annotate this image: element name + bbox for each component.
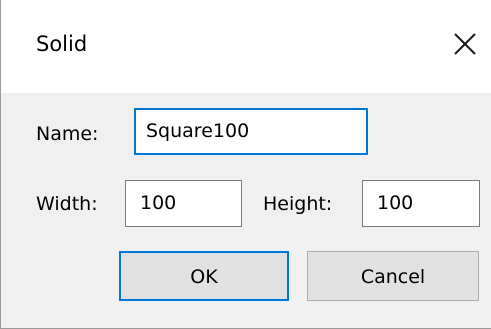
cancel-button[interactable]: Cancel <box>307 251 479 301</box>
close-icon <box>454 33 476 55</box>
height-field[interactable]: 100 <box>362 180 480 227</box>
height-label: Height: <box>263 193 333 215</box>
name-field[interactable]: Square100 <box>134 108 368 155</box>
close-button[interactable] <box>445 24 485 64</box>
dialog-titlebar: Solid <box>1 0 491 93</box>
dialog-title: Solid <box>36 32 88 56</box>
ok-button[interactable]: OK <box>119 251 289 301</box>
width-label: Width: <box>36 193 98 215</box>
width-field[interactable]: 100 <box>125 180 242 227</box>
solid-dialog: Solid Name: Square100 Width: 100 Height:… <box>0 0 491 329</box>
name-label: Name: <box>36 123 99 145</box>
